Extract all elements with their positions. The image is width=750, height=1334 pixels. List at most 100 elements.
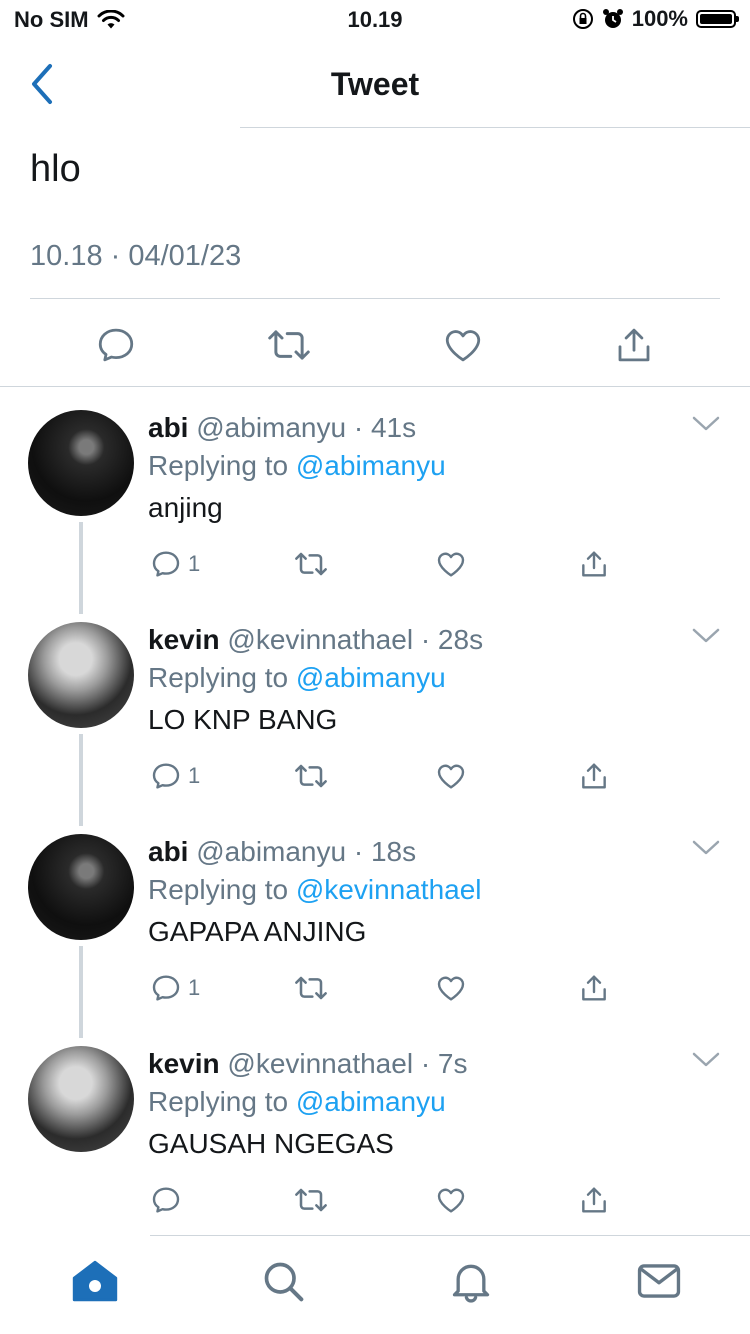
- reply-icon: [152, 551, 180, 577]
- reply-text: anjing: [148, 492, 223, 523]
- reply-button[interactable]: 1: [150, 760, 293, 792]
- reply-text: GAUSAH NGEGAS: [148, 1128, 394, 1159]
- retweet-icon: [294, 552, 327, 576]
- reply-handle-time: @abimanyu · 18s: [196, 836, 417, 867]
- main-tweet-timestamp: 10.18 · 04/01/23: [30, 240, 242, 272]
- reply-author-name[interactable]: kevin: [148, 1048, 220, 1079]
- tab-bar: [0, 1236, 750, 1334]
- chevron-down-icon[interactable]: [692, 628, 720, 644]
- share-icon: [582, 1187, 606, 1213]
- chevron-down-icon[interactable]: [692, 416, 720, 432]
- chevron-down-icon[interactable]: [692, 1052, 720, 1068]
- like-icon: [438, 764, 465, 789]
- reply-author-name[interactable]: kevin: [148, 624, 220, 655]
- share-button[interactable]: [578, 548, 610, 580]
- reply-item[interactable]: kevin @kevinnathael · 28s Replying to @a…: [0, 622, 750, 822]
- avatar[interactable]: [28, 622, 134, 728]
- tab-home[interactable]: [70, 1256, 120, 1306]
- reply-item[interactable]: kevin @kevinnathael · 7s Replying to @ab…: [0, 1046, 750, 1226]
- like-button[interactable]: [435, 972, 578, 1004]
- search-icon: [264, 1262, 304, 1302]
- reply-count: 1: [188, 551, 201, 576]
- reply-button[interactable]: [150, 1184, 293, 1216]
- like-button[interactable]: [435, 760, 578, 792]
- share-button[interactable]: [578, 1184, 610, 1216]
- notifications-icon: [452, 1264, 490, 1303]
- retweet-icon: [268, 330, 310, 360]
- avatar[interactable]: [28, 834, 134, 940]
- battery-percent: 100%: [631, 6, 688, 31]
- share-button[interactable]: [578, 760, 610, 792]
- reply-button[interactable]: [95, 320, 137, 370]
- reply-handle-time: @abimanyu · 41s: [196, 412, 417, 443]
- reply-button[interactable]: 1: [150, 548, 293, 580]
- share-icon: [582, 763, 606, 789]
- reply-author-name[interactable]: abi: [148, 412, 188, 443]
- retweet-icon: [294, 1188, 327, 1212]
- share-icon: [582, 975, 606, 1001]
- replying-to-link[interactable]: @abimanyu: [296, 450, 446, 481]
- reply-item[interactable]: abi @abimanyu · 18s Replying to @kevinna…: [0, 834, 750, 1034]
- reply-icon: [152, 763, 180, 789]
- retweet-button[interactable]: [293, 972, 436, 1004]
- like-icon: [438, 1188, 465, 1213]
- replying-label: Replying to: [148, 874, 289, 905]
- reply-author-name[interactable]: abi: [148, 836, 188, 867]
- share-button[interactable]: [613, 320, 655, 370]
- reply-text: GAPAPA ANJING: [148, 916, 367, 947]
- reply-item[interactable]: abi @abimanyu · 41s Replying to @abimany…: [0, 410, 750, 610]
- messages-icon: [637, 1264, 681, 1298]
- avatar[interactable]: [28, 1046, 134, 1152]
- replying-to-link[interactable]: @abimanyu: [296, 662, 446, 693]
- reply-icon: [98, 328, 133, 362]
- main-tweet-text: hlo: [30, 148, 81, 190]
- like-icon: [445, 330, 480, 362]
- retweet-icon: [294, 976, 327, 1000]
- chevron-down-icon[interactable]: [692, 840, 720, 856]
- status-bar: No SIM 10.19 100%: [0, 0, 750, 40]
- share-icon: [618, 328, 650, 362]
- battery-icon: [696, 10, 739, 28]
- reply-count: 1: [188, 763, 201, 788]
- reply-icon: [152, 1187, 180, 1213]
- like-button[interactable]: [435, 548, 578, 580]
- like-button[interactable]: [442, 320, 484, 370]
- reply-actions: [150, 1182, 610, 1218]
- reply-icon: [152, 975, 180, 1001]
- replies-divider: [0, 386, 750, 387]
- reply-handle-time: @kevinnathael · 28s: [227, 624, 484, 655]
- replying-label: Replying to: [148, 1086, 289, 1117]
- retweet-button[interactable]: [266, 320, 312, 370]
- replying-to-link[interactable]: @abimanyu: [296, 1086, 446, 1117]
- tab-notifications[interactable]: [446, 1256, 496, 1306]
- reply-actions: 1: [150, 970, 610, 1006]
- home-icon: [72, 1260, 118, 1302]
- main-tweet-actions: [30, 320, 720, 370]
- reply-count: 1: [188, 975, 201, 1000]
- page-title: Tweet: [330, 66, 420, 102]
- alarm-icon: [602, 9, 623, 28]
- retweet-button[interactable]: [293, 548, 436, 580]
- avatar[interactable]: [28, 410, 134, 516]
- replying-to-link[interactable]: @kevinnathael: [296, 874, 482, 905]
- reply-handle-time: @kevinnathael · 7s: [227, 1048, 468, 1079]
- nav-divider: [240, 127, 750, 128]
- tab-search[interactable]: [258, 1256, 308, 1306]
- replying-label: Replying to: [148, 450, 289, 481]
- like-icon: [438, 552, 465, 577]
- reply-actions: 1: [150, 758, 610, 794]
- retweet-button[interactable]: [293, 760, 436, 792]
- main-tweet-divider: [30, 298, 720, 299]
- nav-bar: Tweet: [0, 40, 750, 128]
- orientation-lock-icon: [572, 9, 593, 29]
- reply-button[interactable]: 1: [150, 972, 293, 1004]
- reply-actions: 1: [150, 546, 610, 582]
- share-icon: [582, 551, 606, 577]
- replying-label: Replying to: [148, 662, 289, 693]
- like-button[interactable]: [435, 1184, 578, 1216]
- retweet-button[interactable]: [293, 1184, 436, 1216]
- like-icon: [438, 976, 465, 1001]
- tab-messages[interactable]: [634, 1256, 684, 1306]
- retweet-icon: [294, 764, 327, 788]
- share-button[interactable]: [578, 972, 610, 1004]
